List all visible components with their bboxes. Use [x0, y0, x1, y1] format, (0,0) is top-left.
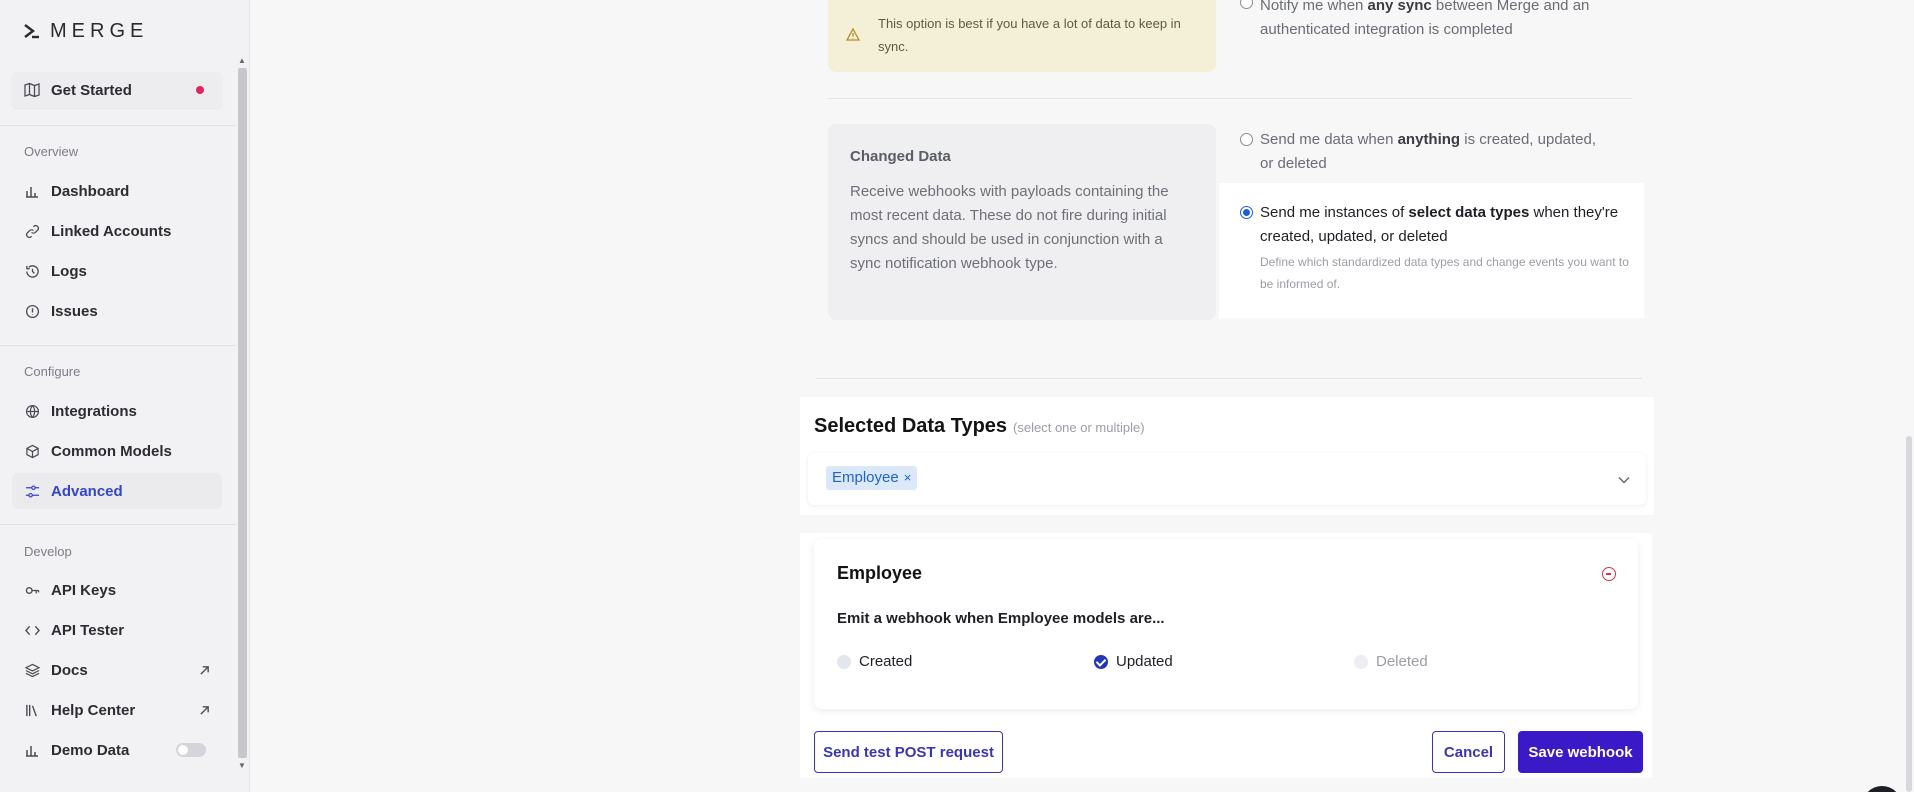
anything-option[interactable]: Send me data when anything is created, u… [1240, 128, 1610, 176]
data-type-chip: Employee × [826, 466, 918, 490]
employee-panel: Employee Emit a webhook when Employee mo… [800, 533, 1652, 778]
warning-text: This option is best if you have a lot of… [878, 16, 1181, 54]
chevron-down-icon[interactable] [1618, 471, 1630, 489]
employee-card-title: Employee [837, 563, 923, 583]
warning-callout: This option is best if you have a lot of… [828, 0, 1216, 72]
checkbox-label: Created [859, 653, 913, 670]
checkbox-indicator[interactable] [1094, 654, 1108, 669]
checkbox-indicator [1354, 654, 1368, 669]
checkbox-indicator[interactable] [837, 654, 851, 669]
selected-data-types-card: Selected Data Types (select one or multip… [800, 397, 1654, 515]
anything-label: Send me data when anything is created, u… [1260, 131, 1597, 172]
select-data-types-label: Send me instances of select data types w… [1260, 204, 1619, 245]
changed-data-title: Changed Data [850, 148, 951, 165]
select-data-types-hint: Define which standardized data types and… [1260, 255, 1629, 291]
selected-data-types-subtitle: (select one or multiple) [1013, 420, 1145, 435]
main-content: This option is best if you have a lot of… [0, 0, 1914, 792]
remove-chip-icon[interactable]: × [904, 470, 912, 485]
changed-data-description: Receive webhooks with payloads containin… [850, 183, 1169, 272]
checkbox-label: Deleted [1376, 653, 1428, 670]
chip-label: Employee [832, 469, 899, 486]
deleted-checkbox: Deleted [1354, 653, 1428, 670]
employee-card: Employee Emit a webhook when Employee mo… [814, 539, 1638, 709]
save-webhook-button[interactable]: Save webhook [1518, 731, 1643, 773]
select-data-types-radio[interactable] [1240, 206, 1253, 219]
checkbox-label: Updated [1116, 653, 1173, 670]
any-sync-radio[interactable] [1240, 0, 1253, 9]
select-data-types-option[interactable]: Send me instances of select data types w… [1219, 183, 1644, 318]
created-checkbox[interactable]: Created [837, 653, 912, 670]
remove-circle-icon[interactable] [1602, 567, 1616, 581]
section-divider [816, 378, 1642, 379]
send-test-post-button[interactable]: Send test POST request [814, 731, 1003, 773]
selected-data-types-title: Selected Data Types (select one or multip… [814, 415, 1145, 437]
emit-webhook-text: Emit a webhook when Employee models are.… [837, 610, 1165, 627]
cancel-button[interactable]: Cancel [1432, 731, 1505, 773]
warning-triangle-icon [845, 27, 861, 44]
any-sync-label: Notify me when any sync between Merge an… [1260, 0, 1590, 38]
page-scrollbar-thumb[interactable] [1906, 436, 1912, 792]
any-sync-option[interactable]: Notify me when any sync between Merge an… [1240, 0, 1600, 42]
updated-checkbox[interactable]: Updated [1094, 653, 1173, 670]
section-divider [828, 98, 1632, 99]
anything-radio[interactable] [1240, 133, 1253, 146]
data-types-multiselect[interactable]: Employee × [808, 453, 1646, 505]
changed-data-card: Changed Data Receive webhooks with paylo… [828, 124, 1216, 320]
